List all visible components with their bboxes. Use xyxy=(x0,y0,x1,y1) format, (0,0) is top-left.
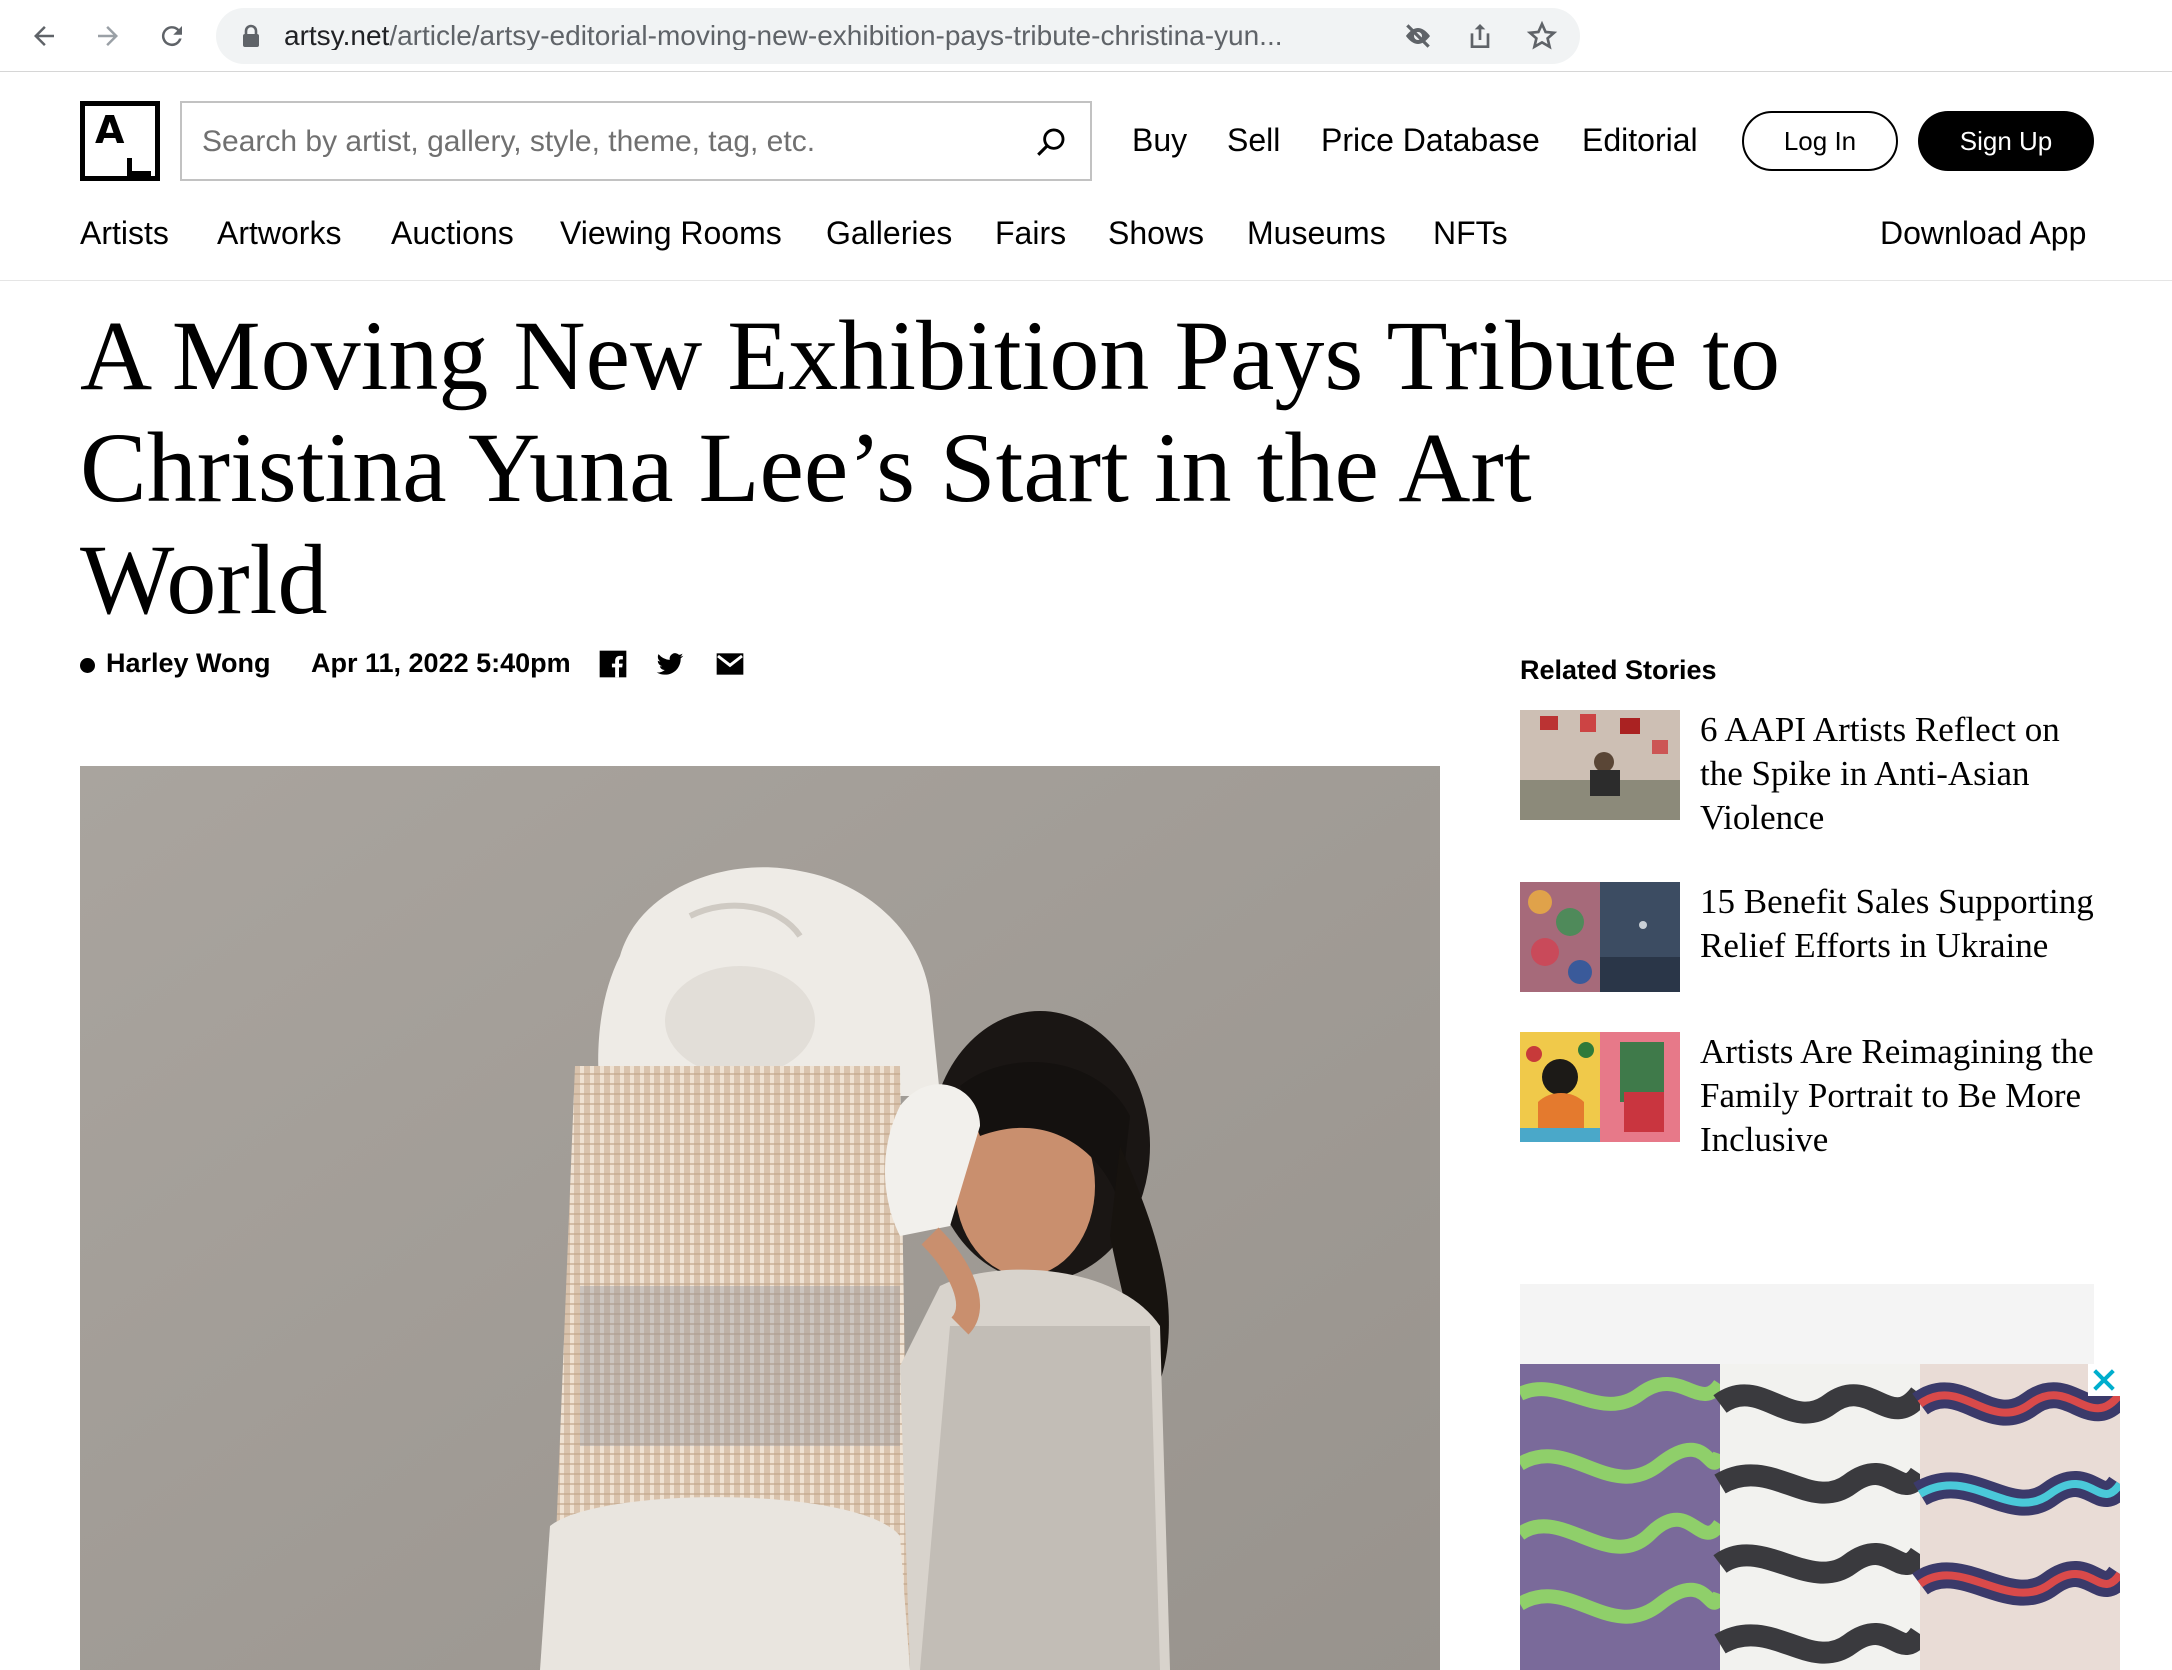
ad-close-icon[interactable] xyxy=(2088,1364,2120,1396)
story-thumbnail-1[interactable] xyxy=(1520,710,1680,820)
headline-line-1: A Moving New Exhibition Pays Tribute to xyxy=(80,300,1781,411)
hero-image xyxy=(80,766,1440,1670)
ad-banner[interactable] xyxy=(1520,1364,2120,1670)
subnav-viewing-rooms[interactable]: Viewing Rooms xyxy=(560,215,782,252)
share-page-icon[interactable] xyxy=(1464,20,1496,52)
subnav-galleries[interactable]: Galleries xyxy=(826,215,952,252)
email-icon[interactable] xyxy=(714,648,746,680)
login-button[interactable]: Log In xyxy=(1742,111,1898,171)
nav-buy[interactable]: Buy xyxy=(1132,122,1187,159)
story-1-image xyxy=(1520,710,1680,820)
headline-line-2: Christina Yuna Lee’s Start in the Art Wo… xyxy=(80,412,1532,635)
story-3-image xyxy=(1520,1032,1680,1142)
story-2-image xyxy=(1520,882,1680,992)
story-title-3[interactable]: Artists Are Reimagining the Family Portr… xyxy=(1700,1030,2100,1162)
nav-sell[interactable]: Sell xyxy=(1227,122,1280,159)
ad-artwork xyxy=(1520,1364,2120,1670)
logo-letter: A xyxy=(95,108,125,152)
nav-editorial[interactable]: Editorial xyxy=(1582,122,1698,159)
back-button[interactable] xyxy=(22,14,66,58)
bookmark-star-icon[interactable] xyxy=(1526,20,1558,52)
publish-date: Apr 11, 2022 5:40pm xyxy=(311,648,571,678)
author-dot xyxy=(80,658,95,673)
related-stories-heading: Related Stories xyxy=(1520,655,1717,685)
nav-price-database[interactable]: Price Database xyxy=(1321,122,1540,159)
site-header: A Search by artist, gallery, style, them… xyxy=(0,72,2172,281)
tracking-eye-icon[interactable] xyxy=(1402,20,1434,52)
subnav-fairs[interactable]: Fairs xyxy=(995,215,1066,252)
story-title-2[interactable]: 15 Benefit Sales Supporting Relief Effor… xyxy=(1700,880,2100,968)
search-placeholder: Search by artist, gallery, style, theme,… xyxy=(202,125,816,158)
url-host: artsy.net xyxy=(284,22,390,50)
story-thumbnail-2[interactable] xyxy=(1520,882,1680,992)
article-headline: A Moving New Exhibition Pays Tribute to … xyxy=(80,300,1800,636)
story-thumbnail-3[interactable] xyxy=(1520,1032,1680,1142)
download-app-link[interactable]: Download App xyxy=(1880,215,2086,252)
back-arrow-icon xyxy=(34,26,54,46)
subnav-artworks[interactable]: Artworks xyxy=(217,215,341,252)
url-text: artsy.net/article/artsy-editorial-moving… xyxy=(284,22,1284,50)
search-icon[interactable] xyxy=(1034,125,1068,159)
reload-icon xyxy=(161,26,182,47)
subnav-museums[interactable]: Museums xyxy=(1247,215,1386,252)
reload-button[interactable] xyxy=(150,14,194,58)
address-bar[interactable]: artsy.net/article/artsy-editorial-moving… xyxy=(216,8,1580,64)
subnav-shows[interactable]: Shows xyxy=(1108,215,1204,252)
search-input[interactable]: Search by artist, gallery, style, theme,… xyxy=(180,101,1092,181)
page-root: artsy.net/article/artsy-editorial-moving… xyxy=(0,0,2172,1670)
forward-arrow-icon xyxy=(98,26,118,46)
url-path: /article/artsy-editorial-moving-new-exhi… xyxy=(389,22,1283,50)
browser-toolbar: artsy.net/article/artsy-editorial-moving… xyxy=(0,0,2172,72)
author-name[interactable]: Harley Wong xyxy=(106,648,271,679)
forward-button[interactable] xyxy=(86,14,130,58)
subnav-artists[interactable]: Artists xyxy=(80,215,169,252)
artsy-logo[interactable]: A xyxy=(80,101,160,181)
logo-mark-base xyxy=(127,171,151,176)
hero-illustration xyxy=(80,766,1440,1670)
lock-icon xyxy=(243,24,259,47)
facebook-icon[interactable] xyxy=(597,648,629,680)
subnav-auctions[interactable]: Auctions xyxy=(391,215,514,252)
signup-button[interactable]: Sign Up xyxy=(1918,111,2094,171)
story-title-1[interactable]: 6 AAPI Artists Reflect on the Spike in A… xyxy=(1700,708,2100,840)
twitter-icon[interactable] xyxy=(654,648,686,680)
subnav-nfts[interactable]: NFTs xyxy=(1433,215,1508,252)
